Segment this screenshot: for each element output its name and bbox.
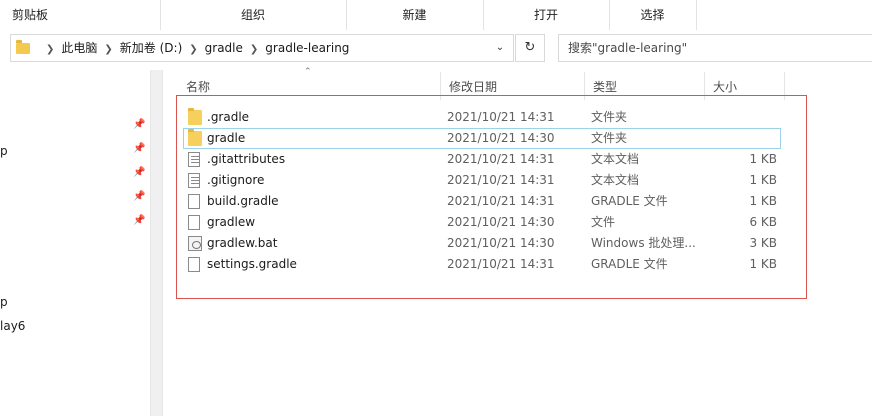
file-name: gradlew: [207, 215, 256, 229]
file-row[interactable]: gradlew 2021/10/21 14:30 文件 6 KB: [183, 212, 781, 233]
file-type: 文件夹: [591, 110, 628, 124]
file-row[interactable]: gradlew.bat 2021/10/21 14:30 Windows 批处理…: [183, 233, 781, 254]
column-header-name[interactable]: 名称: [178, 72, 441, 100]
column-header-label: 修改日期: [449, 80, 498, 94]
ribbon-group-label: 打开: [533, 8, 558, 22]
file-row[interactable]: .gradle 2021/10/21 14:31 文件夹: [183, 107, 781, 128]
folder-icon: [16, 40, 30, 54]
file-icon: [188, 257, 200, 272]
file-size: 6 KB: [749, 215, 777, 229]
ribbon-group-organize[interactable]: 组织: [160, 0, 347, 30]
breadcrumb-item-drive[interactable]: 新加卷 (D:): [120, 41, 182, 55]
file-date: 2021/10/21 14:30: [447, 236, 555, 250]
column-header-label: 大小: [713, 80, 738, 94]
file-date: 2021/10/21 14:30: [447, 131, 555, 145]
column-header-size[interactable]: 大小: [705, 72, 785, 100]
pin-icon[interactable]: 📌: [133, 142, 145, 156]
refresh-icon: ↻: [524, 40, 536, 55]
pin-icon[interactable]: 📌: [133, 214, 145, 228]
column-header-type[interactable]: 类型: [585, 72, 705, 100]
file-date: 2021/10/21 14:31: [447, 152, 555, 166]
search-placeholder: 搜索"gradle-learing": [568, 41, 688, 55]
nav-item[interactable]: lay6: [0, 319, 25, 333]
column-header-label: 类型: [593, 80, 618, 94]
file-size: 1 KB: [749, 152, 777, 166]
folder-icon: [188, 129, 202, 146]
pin-icon[interactable]: 📌: [133, 118, 145, 132]
batch-file-icon: [188, 236, 202, 251]
file-icon: [188, 194, 200, 209]
file-type: 文件: [591, 215, 616, 229]
file-row[interactable]: .gitattributes 2021/10/21 14:31 文本文档 1 K…: [183, 149, 781, 170]
file-date: 2021/10/21 14:30: [447, 215, 555, 229]
ribbon-group-select[interactable]: 选择: [609, 0, 697, 30]
file-type: GRADLE 文件: [591, 257, 668, 271]
navigation-pane: 📌 p 📌 📌 📌 📌 p lay6: [0, 70, 150, 416]
file-date: 2021/10/21 14:31: [447, 194, 555, 208]
ribbon-group-new[interactable]: 新建: [346, 0, 484, 30]
breadcrumb: ❯ 此电脑 ❯ 新加卷 (D:) ❯ gradle ❯ gradle-learing: [39, 35, 349, 61]
address-row: ❯ 此电脑 ❯ 新加卷 (D:) ❯ gradle ❯ gradle-learing ⌄ ↻ …: [0, 30, 872, 70]
file-type: 文本文档: [591, 173, 640, 187]
chevron-right-icon[interactable]: ❯: [182, 44, 204, 55]
ribbon-group-label: 选择: [640, 8, 665, 22]
chevron-down-icon[interactable]: ⌄: [491, 35, 509, 61]
column-header-date[interactable]: 修改日期: [441, 72, 585, 100]
file-name: gradlew.bat: [207, 236, 278, 250]
ribbon-group-label: 新建: [402, 8, 427, 22]
file-icon: [188, 215, 200, 230]
text-document-icon: [188, 152, 200, 167]
search-input[interactable]: 搜索"gradle-learing": [558, 34, 872, 62]
file-type: GRADLE 文件: [591, 194, 668, 208]
text-document-icon: [188, 173, 200, 188]
chevron-right-icon[interactable]: ❯: [97, 44, 119, 55]
nav-item[interactable]: p: [0, 144, 8, 158]
file-name: .gitignore: [207, 173, 265, 187]
chevron-right-icon[interactable]: ❯: [39, 44, 61, 55]
file-row[interactable]: .gitignore 2021/10/21 14:31 文本文档 1 KB: [183, 170, 781, 191]
ribbon: 剪贴板 组织 新建 打开 选择: [0, 0, 872, 31]
file-size: 1 KB: [749, 173, 777, 187]
file-row-selected[interactable]: gradle 2021/10/21 14:30 文件夹: [183, 128, 781, 149]
pin-icon[interactable]: 📌: [133, 166, 145, 180]
ribbon-group-clipboard[interactable]: 剪贴板: [0, 0, 161, 30]
ribbon-group-label: 组织: [240, 8, 265, 22]
file-date: 2021/10/21 14:31: [447, 110, 555, 124]
file-date: 2021/10/21 14:31: [447, 173, 555, 187]
file-name: build.gradle: [207, 194, 279, 208]
nav-scrollbar[interactable]: [150, 70, 163, 416]
pin-icon[interactable]: 📌: [133, 190, 145, 204]
file-type: 文本文档: [591, 152, 640, 166]
file-type: Windows 批处理...: [591, 236, 696, 250]
file-name: settings.gradle: [207, 257, 297, 271]
refresh-button[interactable]: ↻: [515, 34, 545, 62]
file-name: .gradle: [207, 110, 250, 124]
file-size: 1 KB: [749, 194, 777, 208]
breadcrumb-item-gradle[interactable]: gradle: [205, 41, 243, 55]
address-bar[interactable]: ❯ 此电脑 ❯ 新加卷 (D:) ❯ gradle ❯ gradle-learing ⌄: [10, 34, 514, 62]
file-row[interactable]: settings.gradle 2021/10/21 14:31 GRADLE …: [183, 254, 781, 275]
folder-icon: [188, 108, 202, 125]
breadcrumb-item-gradle-learing[interactable]: gradle-learing: [265, 41, 349, 55]
chevron-right-icon[interactable]: ❯: [243, 44, 265, 55]
file-row[interactable]: build.gradle 2021/10/21 14:31 GRADLE 文件 …: [183, 191, 781, 212]
ribbon-group-open[interactable]: 打开: [483, 0, 610, 30]
file-size: 3 KB: [749, 236, 777, 250]
nav-item[interactable]: p: [0, 295, 8, 309]
breadcrumb-item-this-pc[interactable]: 此电脑: [61, 41, 97, 55]
column-header-label: 名称: [186, 80, 211, 94]
file-name: gradle: [207, 131, 246, 145]
file-type: 文件夹: [591, 131, 628, 145]
file-name: .gitattributes: [207, 152, 286, 166]
file-size: 1 KB: [749, 257, 777, 271]
ribbon-group-label: 剪贴板: [12, 8, 49, 22]
file-date: 2021/10/21 14:31: [447, 257, 555, 271]
